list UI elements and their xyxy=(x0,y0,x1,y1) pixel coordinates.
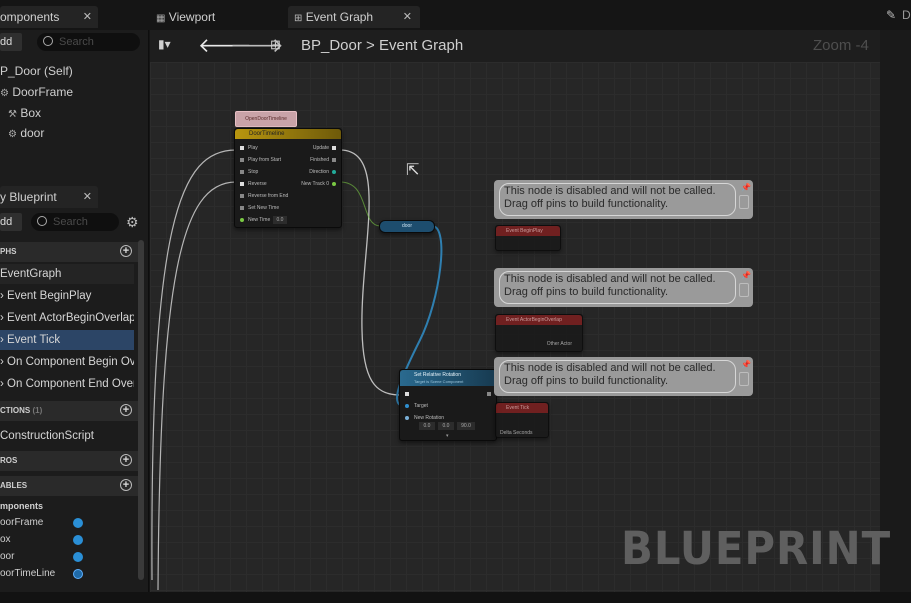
rotation-z-field[interactable]: 90.0 xyxy=(457,422,475,430)
set-relative-rotation-node[interactable]: Set Relative Rotation Target is Scene Co… xyxy=(399,369,497,441)
pin-icon[interactable]: 📌 xyxy=(741,183,751,192)
disabled-node-comment[interactable]: This node is disabled and will not be ca… xyxy=(494,180,753,219)
pin-label: Play from Start xyxy=(248,157,282,163)
node-title: Event ActorBeginOverlap xyxy=(506,317,562,323)
comment-scrollbar[interactable] xyxy=(739,283,749,297)
pin-label: Reverse from End xyxy=(248,193,289,199)
exec-pin[interactable] xyxy=(240,158,244,162)
door-variable-node[interactable]: door xyxy=(379,220,435,233)
pin-label: New Time xyxy=(248,217,271,223)
rotator-pin[interactable] xyxy=(405,416,409,420)
pin-label: New Track 0 xyxy=(301,181,329,187)
float-pin[interactable] xyxy=(332,182,336,186)
disabled-event-node[interactable]: Event ActorBeginOverlap Other Actor xyxy=(495,314,583,352)
disabled-node-comment[interactable]: This node is disabled and will not be ca… xyxy=(494,357,753,396)
pin-label: Update xyxy=(312,145,329,151)
disabled-node-comment[interactable]: This node is disabled and will not be ca… xyxy=(494,268,753,307)
pin-label: New Rotation xyxy=(414,415,445,421)
variable-node-label: door xyxy=(401,223,412,229)
exec-pin[interactable] xyxy=(240,146,244,150)
exec-pin[interactable] xyxy=(405,392,409,396)
exec-pin[interactable] xyxy=(240,206,244,210)
pin-label: Play xyxy=(248,145,258,151)
float-pin[interactable] xyxy=(240,218,244,222)
status-bar xyxy=(0,592,911,603)
object-pin[interactable] xyxy=(405,404,409,408)
exec-wire xyxy=(339,149,401,396)
comment-text: This node is disabled and will not be ca… xyxy=(504,185,716,210)
graph-wires xyxy=(151,149,443,591)
node-subtitle: Target is Scene Component xyxy=(414,379,464,384)
exec-pin[interactable] xyxy=(332,158,336,162)
pin-icon[interactable]: 📌 xyxy=(741,360,751,369)
node-title: Event Tick xyxy=(506,405,530,411)
node-title: Set Relative Rotation xyxy=(414,372,461,378)
timeline-node-header: DoorTimeline xyxy=(235,129,341,139)
expand-chevron-icon[interactable]: ▾ xyxy=(446,433,449,439)
cursor-icon: ⇱ xyxy=(406,162,420,179)
exec-pin[interactable] xyxy=(332,146,336,150)
exec-pin[interactable] xyxy=(240,194,244,198)
node-header: Set Relative Rotation Target is Scene Co… xyxy=(400,370,496,386)
timeline-node[interactable]: DoorTimeline Play Play from Start Stop R… xyxy=(234,128,342,228)
exec-pin[interactable] xyxy=(487,392,491,396)
comment-text: This node is disabled and will not be ca… xyxy=(504,362,716,387)
comment-scrollbar[interactable] xyxy=(739,372,749,386)
rotation-y-field[interactable]: 0.0 xyxy=(438,422,454,430)
rotation-x-field[interactable]: 0.0 xyxy=(419,422,435,430)
pin-label: Other Actor xyxy=(546,341,572,347)
pin-label: Stop xyxy=(248,169,259,175)
comment-text: This node is disabled and will not be ca… xyxy=(504,273,716,298)
enum-pin[interactable] xyxy=(332,170,336,174)
disabled-event-node[interactable]: Event Tick Delta Seconds xyxy=(495,402,549,438)
pin-label: Delta Seconds xyxy=(500,430,533,436)
pin-icon[interactable]: 📌 xyxy=(741,271,751,280)
new-time-field[interactable]: 0.0 xyxy=(273,216,287,224)
float-wire xyxy=(339,181,381,227)
pin-label: Target xyxy=(414,403,428,409)
exec-pin[interactable] xyxy=(240,170,244,174)
pin-label: Direction xyxy=(309,169,329,175)
disabled-event-node[interactable]: Event BeginPlay xyxy=(495,225,561,251)
exec-pin[interactable] xyxy=(240,182,244,186)
pin-label: Set New Time xyxy=(248,205,280,211)
pin-label: Finished xyxy=(310,157,329,163)
comment-scrollbar[interactable] xyxy=(739,195,749,209)
pin-label: Reverse xyxy=(248,181,267,187)
blueprint-watermark: BLUEPRINT xyxy=(621,522,892,575)
node-title: Event BeginPlay xyxy=(506,228,543,234)
node-label-tag[interactable]: OpenDoorTimeline xyxy=(235,111,297,127)
